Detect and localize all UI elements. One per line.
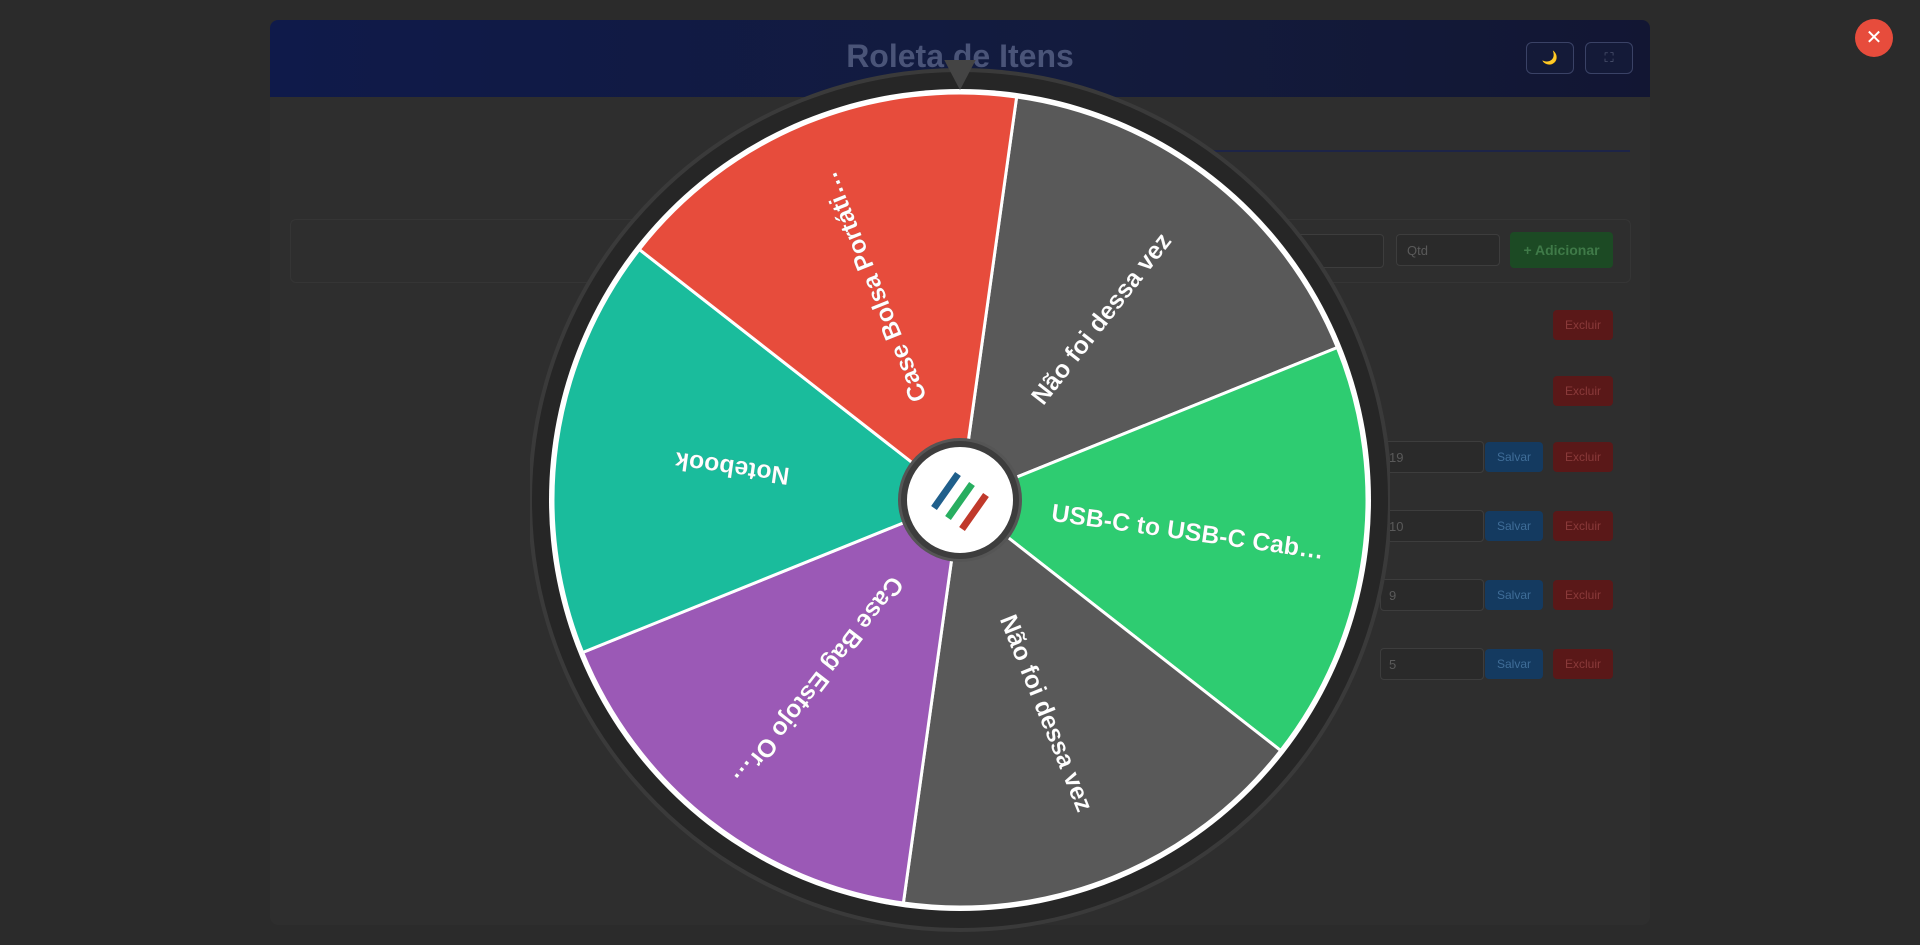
delete-button[interactable]: Excluir bbox=[1553, 649, 1613, 679]
save-button[interactable]: Salvar bbox=[1485, 442, 1543, 472]
quantity-field[interactable]: 10 bbox=[1380, 510, 1484, 542]
quantity-input[interactable]: Qtd bbox=[1396, 234, 1500, 266]
quantity-field[interactable]: 19 bbox=[1380, 441, 1484, 473]
close-button[interactable]: ✕ bbox=[1855, 19, 1893, 57]
add-button[interactable]: + Adicionar bbox=[1510, 232, 1613, 268]
delete-button[interactable]: Excluir bbox=[1553, 580, 1613, 610]
prize-wheel[interactable]: Não foi dessa vezUSB-C to USB-C Cab…Não … bbox=[530, 60, 1390, 940]
fullscreen-button[interactable]: ⛶ bbox=[1585, 42, 1633, 74]
delete-button[interactable]: Excluir bbox=[1553, 376, 1613, 406]
delete-button[interactable]: Excluir bbox=[1553, 310, 1613, 340]
delete-button[interactable]: Excluir bbox=[1553, 511, 1613, 541]
save-button[interactable]: Salvar bbox=[1485, 580, 1543, 610]
quantity-field[interactable]: 5 bbox=[1380, 648, 1484, 680]
quantity-field[interactable]: 9 bbox=[1380, 579, 1484, 611]
save-button[interactable]: Salvar bbox=[1485, 649, 1543, 679]
theme-toggle-button[interactable]: 🌙 bbox=[1526, 42, 1574, 74]
delete-button[interactable]: Excluir bbox=[1553, 442, 1613, 472]
save-button[interactable]: Salvar bbox=[1485, 511, 1543, 541]
prize-wheel-modal: Não foi dessa vez USB-C to USB-C Cab… Não … bbox=[530, 60, 1390, 940]
